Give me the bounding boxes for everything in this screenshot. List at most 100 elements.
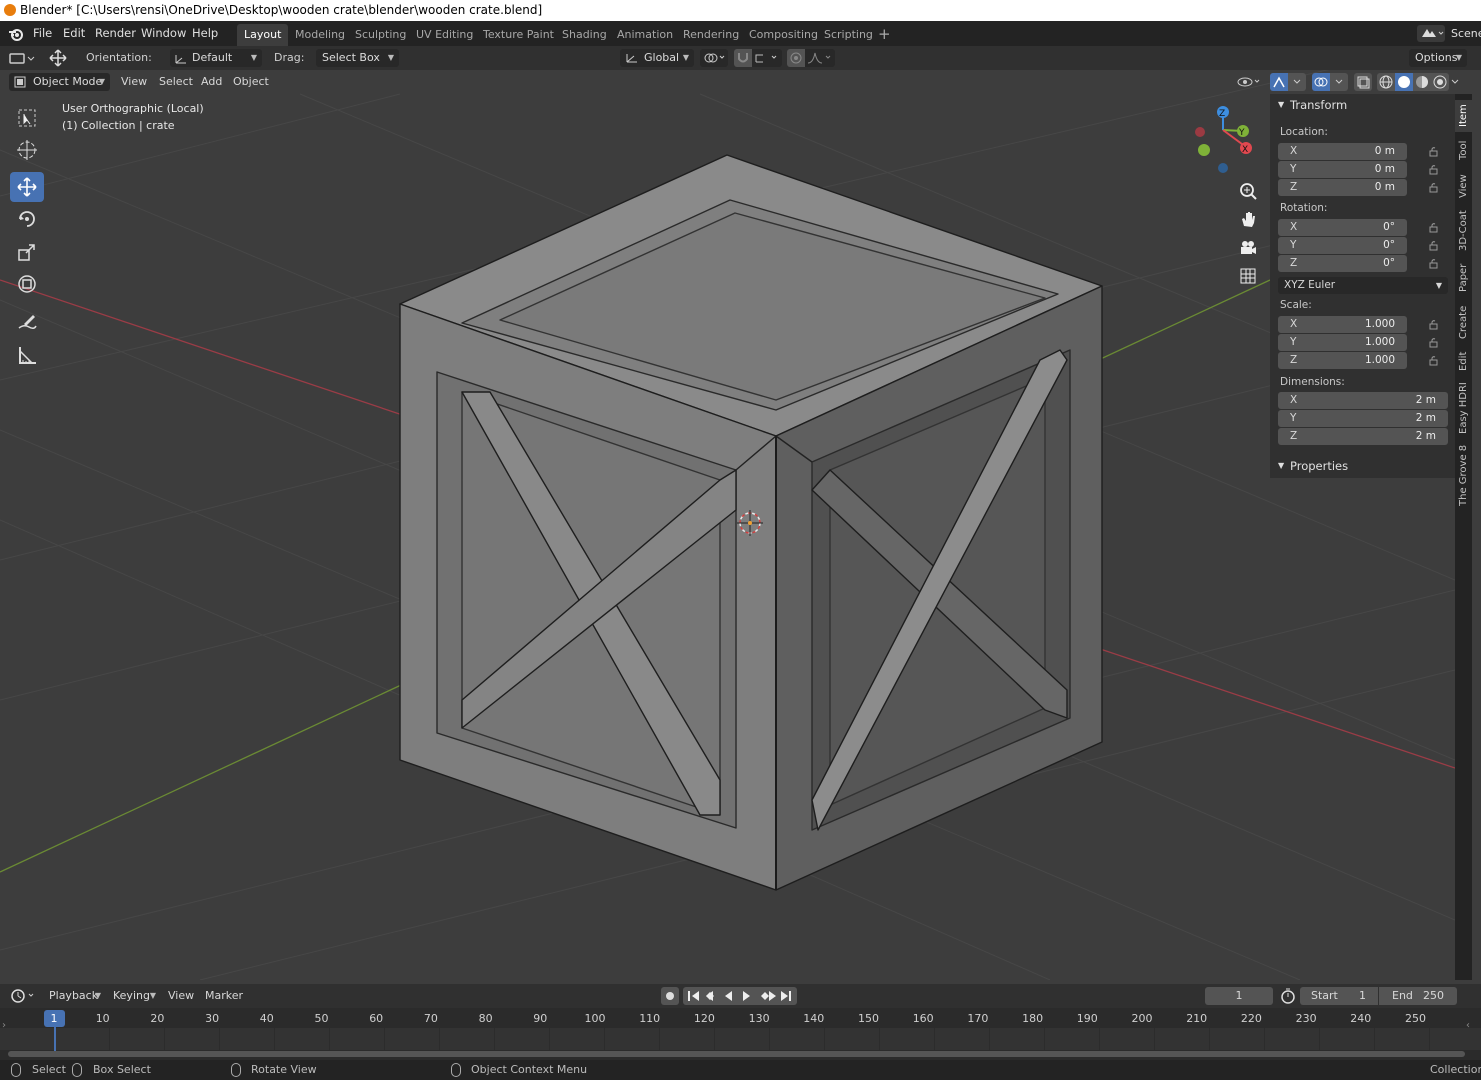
move-tool-icon[interactable] <box>46 48 70 68</box>
transform-panel-header[interactable]: ▼ Transform <box>1270 94 1455 116</box>
timeline-editor-type-icon[interactable] <box>9 987 37 1005</box>
shading-material-icon[interactable] <box>1413 73 1431 91</box>
tab-modeling[interactable]: Modeling <box>288 24 352 46</box>
pan-view-hand-icon[interactable] <box>1236 207 1260 231</box>
timeline-view-menu[interactable]: View <box>168 987 194 1005</box>
options-dropdown[interactable]: Options ▼ <box>1409 49 1467 67</box>
overlays-dropdown-icon[interactable] <box>1330 73 1348 91</box>
jump-to-keyframe-forward-icon[interactable] <box>757 987 777 1005</box>
select-box-tool-icon[interactable] <box>10 103 44 133</box>
viewport-menu-object[interactable]: Object <box>233 73 269 91</box>
lock-scale-y-icon[interactable] <box>1427 338 1439 348</box>
lock-location-z-icon[interactable] <box>1427 183 1439 193</box>
start-frame-field[interactable]: Start 1 <box>1300 987 1378 1005</box>
3d-viewport[interactable]: User Orthographic (Local) (1) Collection… <box>0 70 1455 980</box>
blender-menu-icon[interactable] <box>8 26 24 42</box>
tab-view[interactable]: View <box>1455 170 1472 202</box>
jump-to-end-icon[interactable] <box>777 987 797 1005</box>
rotation-mode-dropdown[interactable]: XYZ Euler ▼ <box>1278 277 1448 294</box>
mode-dropdown[interactable]: Object Mode ▼ <box>9 73 110 91</box>
scene-name[interactable]: Scene <box>1451 21 1481 46</box>
timeline-area[interactable]: 10 20 30 40 50 60 70 80 90 100 110 120 130 140 150 160 1… <box>0 1008 1481 1060</box>
ortho-grid-icon[interactable] <box>1236 264 1260 288</box>
visibility-dropdown-icon[interactable] <box>1236 73 1264 91</box>
end-frame-field[interactable]: End 250 <box>1379 987 1457 1005</box>
transform-orientation-dropdown[interactable]: Global ▼ <box>620 49 694 67</box>
snap-target-dropdown[interactable] <box>752 49 782 67</box>
marker-menu[interactable]: Marker <box>205 987 243 1005</box>
rotation-x-field[interactable]: X 0° <box>1278 219 1407 236</box>
menu-edit[interactable]: Edit <box>63 21 85 46</box>
dimensions-x-field[interactable]: X2 m <box>1278 392 1448 409</box>
drag-dropdown[interactable]: Select Box ▼ <box>316 49 399 67</box>
lock-rotation-y-icon[interactable] <box>1427 241 1439 251</box>
scale-tool-icon[interactable] <box>10 237 44 267</box>
location-z-field[interactable]: Z0 m <box>1278 179 1407 196</box>
timeline-collapse-icon[interactable]: ‹ <box>1466 1020 1470 1031</box>
record-button-icon[interactable] <box>661 987 679 1005</box>
orientation-dropdown[interactable]: Default ▼ <box>170 49 262 67</box>
gizmo-dropdown-icon[interactable] <box>1288 73 1306 91</box>
add-workspace-icon[interactable]: + <box>878 24 891 44</box>
jump-to-keyframe-back-icon[interactable] <box>701 987 719 1005</box>
dimensions-y-field[interactable]: Y2 m <box>1278 410 1448 427</box>
transform-tool-icon[interactable] <box>10 269 44 299</box>
cursor-tool-icon[interactable] <box>10 135 44 165</box>
tab-item[interactable]: Item <box>1455 100 1472 132</box>
scale-x-field[interactable]: X 1.000 <box>1278 316 1407 333</box>
tab-3d-coat[interactable]: 3D-Coat <box>1455 208 1472 254</box>
shading-rendered-icon[interactable] <box>1431 73 1449 91</box>
menu-help[interactable]: Help <box>192 21 218 46</box>
overlays-toggle-icon[interactable] <box>1312 73 1330 91</box>
lock-rotation-x-icon[interactable] <box>1427 223 1439 233</box>
dimensions-z-field[interactable]: Z2 m <box>1278 428 1448 445</box>
tab-texture-paint[interactable]: Texture Paint <box>476 24 561 46</box>
playback-menu[interactable]: Playback ▼ <box>43 987 106 1005</box>
rotation-z-field[interactable]: Z 0° <box>1278 255 1407 272</box>
scene-selector-button[interactable] <box>1417 25 1445 42</box>
preview-range-icon[interactable] <box>1279 987 1297 1005</box>
falloff-dropdown[interactable] <box>805 49 835 67</box>
tab-uv-editing[interactable]: UV Editing <box>409 24 480 46</box>
lock-scale-x-icon[interactable] <box>1427 320 1439 330</box>
jump-to-start-icon[interactable] <box>683 987 701 1005</box>
tab-sculpting[interactable]: Sculpting <box>348 24 413 46</box>
lock-scale-z-icon[interactable] <box>1427 356 1439 366</box>
shading-solid-icon[interactable] <box>1395 73 1413 91</box>
tab-paper[interactable]: Paper <box>1455 260 1472 296</box>
navigation-gizmo[interactable]: Z Y X <box>1188 100 1260 176</box>
tab-animation[interactable]: Animation <box>610 24 680 46</box>
play-icon[interactable] <box>737 987 757 1005</box>
camera-view-icon[interactable] <box>1236 236 1260 260</box>
proportional-edit-icon[interactable] <box>787 49 805 67</box>
tab-the-grove[interactable]: The Grove 8 <box>1455 442 1472 508</box>
scale-z-field[interactable]: Z 1.000 <box>1278 352 1407 369</box>
tab-scripting[interactable]: Scripting <box>817 24 880 46</box>
tab-compositing[interactable]: Compositing <box>742 24 825 46</box>
viewport-menu-view[interactable]: View <box>121 73 147 91</box>
xray-toggle-icon[interactable] <box>1354 73 1372 91</box>
tab-layout[interactable]: Layout <box>237 24 289 46</box>
timeline-left-arrow-icon[interactable]: › <box>2 1020 6 1031</box>
timeline-scrollbar[interactable] <box>8 1051 1465 1057</box>
viewport-menu-add[interactable]: Add <box>201 73 222 91</box>
rotate-tool-icon[interactable] <box>10 204 44 234</box>
menu-render[interactable]: Render <box>95 21 136 46</box>
annotate-tool-icon[interactable] <box>10 307 44 337</box>
tab-tool[interactable]: Tool <box>1455 136 1472 164</box>
lock-rotation-z-icon[interactable] <box>1427 259 1439 269</box>
pivot-point-dropdown[interactable] <box>700 49 728 67</box>
current-frame-field[interactable]: 1 <box>1205 987 1273 1005</box>
measure-tool-icon[interactable] <box>10 340 44 370</box>
properties-panel-header[interactable]: ▼ Properties <box>1270 455 1455 477</box>
location-y-field[interactable]: Y0 m <box>1278 161 1407 178</box>
snap-toggle-icon[interactable] <box>734 49 752 67</box>
viewport-menu-select[interactable]: Select <box>159 73 193 91</box>
menu-window[interactable]: Window <box>141 21 186 46</box>
shading-wireframe-icon[interactable] <box>1377 73 1395 91</box>
location-x-field[interactable]: X0 m <box>1278 143 1407 160</box>
gizmo-toggle-icon[interactable] <box>1270 73 1288 91</box>
lock-location-y-icon[interactable] <box>1427 165 1439 175</box>
shading-dropdown-icon[interactable] <box>1449 73 1461 91</box>
tab-rendering[interactable]: Rendering <box>676 24 746 46</box>
